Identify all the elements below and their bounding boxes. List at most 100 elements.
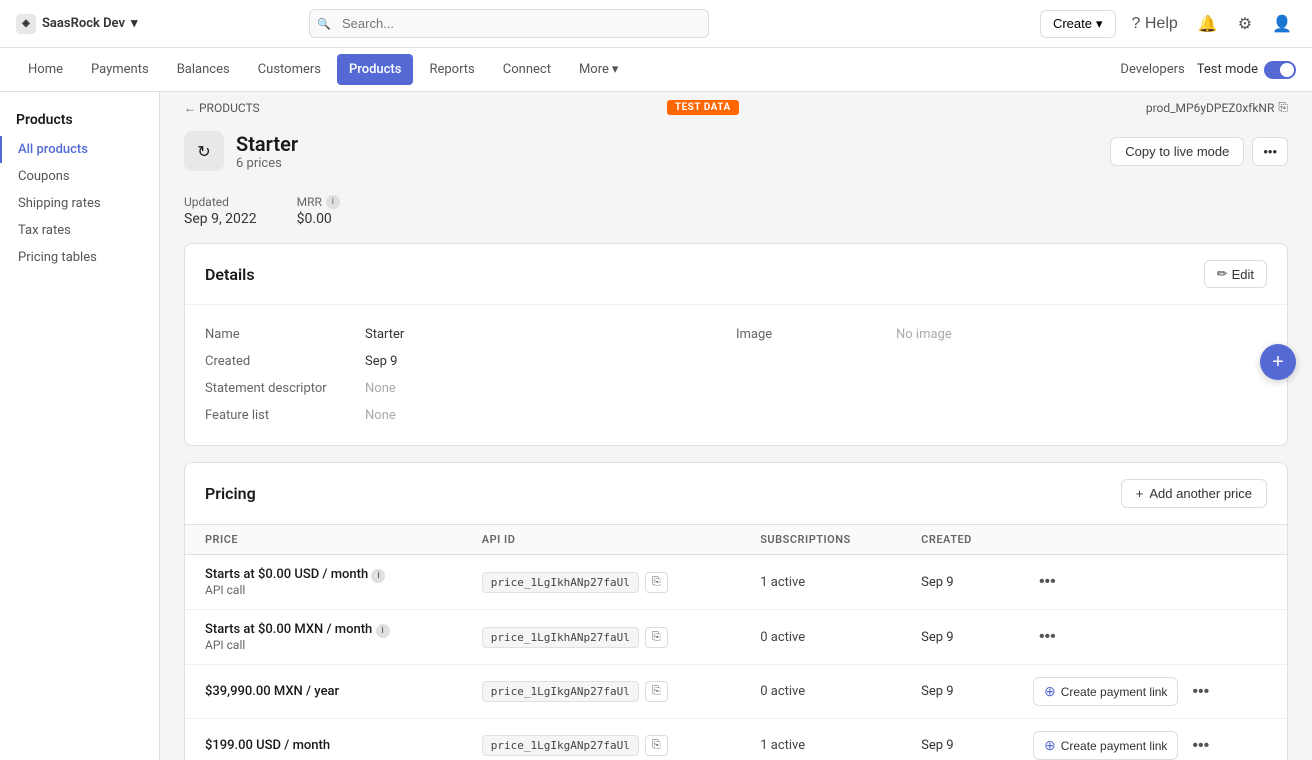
api-id-wrap: price_1LgIkgANp27faUl ⎘ [482,735,720,756]
detail-row-name: Name Starter [205,321,736,348]
tab-reports[interactable]: Reports [417,54,486,85]
row-more-button[interactable]: ••• [1033,569,1062,595]
test-mode-toggle[interactable] [1264,61,1296,79]
copy-api-id-button[interactable]: ⎘ [645,681,668,702]
create-payment-link-button[interactable]: ⊕ Create payment link [1033,731,1178,760]
created-cell: Sep 9 [901,719,1013,760]
price-sub: API call [205,583,442,597]
search-input[interactable] [309,9,709,38]
tab-payments[interactable]: Payments [79,54,161,85]
price-info-icon[interactable]: i [376,624,390,638]
price-main: Starts at $0.00 USD / month i [205,567,442,583]
tab-connect[interactable]: Connect [491,54,563,85]
product-name: Starter [236,132,298,156]
tab-more[interactable]: More ▾ [567,54,630,85]
sidebar: Products All products Coupons Shipping r… [0,92,160,760]
product-prices-count: 6 prices [236,156,298,171]
row-more-button[interactable]: ••• [1033,624,1062,650]
detail-value-statement: None [365,381,396,396]
detail-value-name: Starter [365,327,404,342]
stat-updated-value: Sep 9, 2022 [184,211,257,227]
detail-value-created: Sep 9 [365,354,397,369]
developers-link[interactable]: Developers [1120,62,1184,77]
api-id-wrap: price_1LgIkhANp27faUl ⎘ [482,572,720,593]
details-grid: Name Starter Created Sep 9 Statement des… [185,305,1287,445]
fab-button[interactable]: + [1260,344,1296,380]
help-button[interactable]: ? Help [1128,11,1182,37]
details-card-header: Details ✏ Edit [185,244,1287,305]
pricing-table-row: Starts at $0.00 USD / month iAPI call pr… [185,555,1287,610]
tab-balances[interactable]: Balances [165,54,242,85]
pricing-card: Pricing + Add another price PRICE API ID… [184,462,1288,760]
row-actions: ••• [1033,624,1267,650]
add-another-price-button[interactable]: + Add another price [1121,479,1267,508]
detail-value-feature-list: None [365,408,396,423]
detail-value-image: No image [896,327,952,342]
subscriptions-count: 1 active [760,575,805,590]
product-more-button[interactable]: ••• [1252,137,1288,166]
row-more-button[interactable]: ••• [1186,733,1215,759]
create-payment-link-button[interactable]: ⊕ Create payment link [1033,677,1178,706]
pricing-table: PRICE API ID SUBSCRIPTIONS CREATED Start… [185,524,1287,760]
detail-label-created: Created [205,354,365,369]
subscriptions-count: 1 active [760,738,805,753]
subscriptions-cell: 1 active [740,719,901,760]
col-price: PRICE [185,525,462,555]
api-id-wrap: price_1LgIkgANp27faUl ⎘ [482,681,720,702]
details-card: Details ✏ Edit Name Starter Created Sep … [184,243,1288,446]
product-header: ↻ Starter 6 prices Copy to live mode ••• [160,123,1312,187]
created-cell: Sep 9 [901,665,1013,719]
user-icon: 👤 [1272,16,1292,33]
detail-row-feature-list: Feature list None [205,402,736,429]
test-mode-toggle-wrap: Test mode [1197,61,1296,79]
price-main: $199.00 USD / month [205,738,442,753]
pricing-table-row: Starts at $0.00 MXN / month iAPI call pr… [185,610,1287,665]
subscriptions-cell: 0 active [740,665,901,719]
product-header-actions: Copy to live mode ••• [1110,137,1288,166]
product-id: prod_MP6yDPEZ0xfkNR ⎘ [1146,100,1288,115]
copy-id-icon[interactable]: ⎘ [1278,100,1288,115]
sidebar-item-pricing-tables[interactable]: Pricing tables [0,244,159,271]
nav-right-tabs: Developers Test mode [1120,61,1296,79]
notifications-button[interactable]: 🔔 [1194,10,1222,38]
product-icon: ↻ [184,131,224,171]
mrr-info-icon[interactable]: i [326,195,340,209]
breadcrumb[interactable]: ← PRODUCTS [184,101,260,115]
tab-home[interactable]: Home [16,54,75,85]
created-date: Sep 9 [921,575,953,590]
account-button[interactable]: 👤 [1268,10,1296,38]
detail-label-name: Name [205,327,365,342]
subscriptions-cell: 1 active [740,555,901,610]
copy-api-id-button[interactable]: ⎘ [645,572,668,593]
price-info-icon[interactable]: i [371,569,385,583]
sidebar-item-tax-rates[interactable]: Tax rates [0,217,159,244]
details-edit-button[interactable]: ✏ Edit [1204,260,1267,288]
created-date: Sep 9 [921,738,953,753]
app-icon: ◈ [16,14,36,34]
tab-products[interactable]: Products [337,54,413,85]
tab-customers[interactable]: Customers [246,54,333,85]
stat-updated-label: Updated [184,195,257,209]
settings-button[interactable]: ⚙ [1234,10,1256,38]
price-cell: $199.00 USD / month [185,719,462,760]
row-more-button[interactable]: ••• [1186,679,1215,705]
copy-to-live-mode-button[interactable]: Copy to live mode [1110,137,1244,166]
copy-api-id-button[interactable]: ⎘ [645,735,668,756]
col-subscriptions: SUBSCRIPTIONS [740,525,901,555]
main-content: ← PRODUCTS TEST DATA prod_MP6yDPEZ0xfkNR… [160,92,1312,760]
sidebar-item-all-products[interactable]: All products [0,136,159,163]
bell-icon: 🔔 [1198,16,1218,33]
create-button[interactable]: Create ▾ [1040,10,1116,38]
main-layout: Products All products Coupons Shipping r… [0,92,1312,760]
sidebar-item-shipping-rates[interactable]: Shipping rates [0,190,159,217]
copy-api-id-button[interactable]: ⎘ [645,627,668,648]
row-actions: ⊕ Create payment link ••• [1033,731,1267,760]
price-cell: Starts at $0.00 USD / month iAPI call [185,555,462,610]
details-card-title: Details [205,265,255,284]
detail-label-statement: Statement descriptor [205,381,365,396]
price-cell: $39,990.00 MXN / year [185,665,462,719]
sidebar-item-coupons[interactable]: Coupons [0,163,159,190]
actions-cell: ⊕ Create payment link ••• [1013,665,1287,719]
plus-circle-icon: ⊕ [1044,683,1056,700]
app-logo[interactable]: ◈ SaasRock Dev ▾ [16,14,138,34]
